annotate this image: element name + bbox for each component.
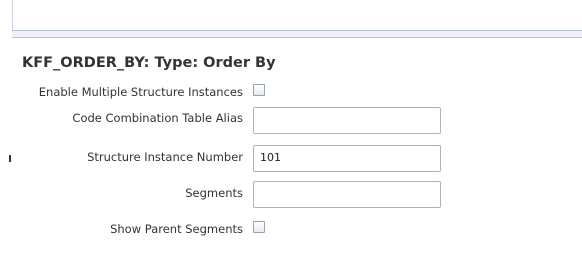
structure-instance-number-label: Structure Instance Number bbox=[87, 150, 243, 164]
page-title: KFF_ORDER_BY: Type: Order By bbox=[22, 55, 276, 71]
splitter-handle[interactable] bbox=[9, 155, 11, 162]
show-parent-segments-label: Show Parent Segments bbox=[110, 222, 243, 236]
code-combination-table-alias-input[interactable] bbox=[253, 107, 441, 134]
structure-instance-number-input[interactable]: 101 bbox=[253, 145, 441, 172]
enable-multiple-structure-instances-checkbox[interactable] bbox=[253, 84, 265, 96]
segments-label: Segments bbox=[185, 186, 243, 200]
panel-header-band bbox=[12, 30, 582, 38]
kff-properties-panel: KFF_ORDER_BY: Type: Order By Enable Mult… bbox=[0, 0, 582, 269]
show-parent-segments-checkbox[interactable] bbox=[253, 221, 265, 233]
segments-input[interactable] bbox=[253, 181, 441, 208]
code-combination-table-alias-label: Code Combination Table Alias bbox=[72, 111, 243, 125]
enable-multiple-structure-instances-label: Enable Multiple Structure Instances bbox=[38, 85, 243, 99]
